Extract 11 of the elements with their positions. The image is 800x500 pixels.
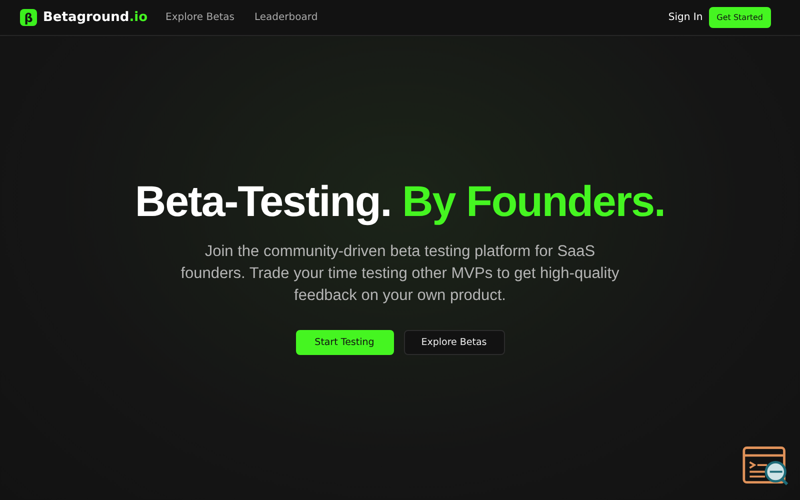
nav-link[interactable]: Leaderboard bbox=[254, 12, 318, 23]
brand-name[interactable]: Betaground.io bbox=[43, 10, 148, 25]
logo-icon[interactable]: β bbox=[20, 9, 37, 26]
headline: Beta-Testing. By Founders. bbox=[135, 178, 665, 227]
start-testing-button[interactable]: Start Testing bbox=[296, 330, 394, 355]
get-started-button[interactable]: Get Started bbox=[708, 7, 771, 28]
subtitle: Join the community-driven beta testing platform for SaaS founders. Trade your time testing other MVPs to get high-quality feedback on your own product. bbox=[180, 242, 620, 306]
sign-in-link[interactable]: Sign In bbox=[668, 12, 703, 23]
explore-betas-button[interactable]: Explore Betas bbox=[404, 330, 504, 355]
browser-search-icon[interactable] bbox=[742, 445, 790, 487]
nav-link[interactable]: Explore Betas bbox=[166, 12, 234, 23]
